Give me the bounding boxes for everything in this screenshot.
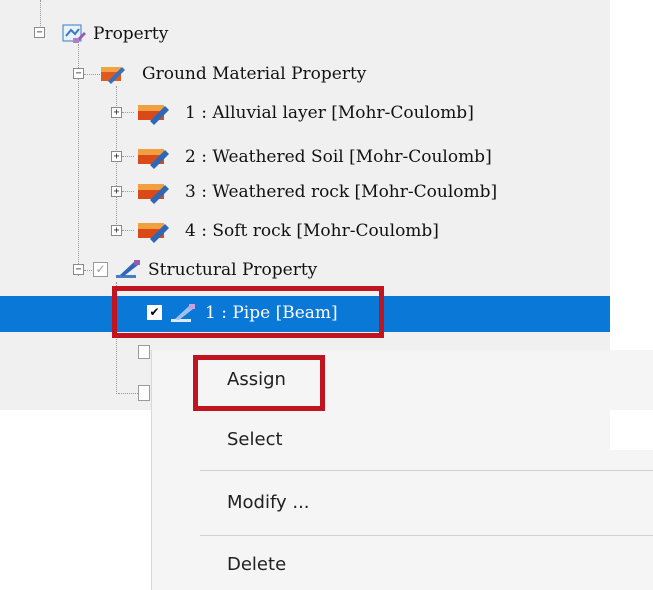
- material-icon: [137, 145, 169, 169]
- menu-item-select[interactable]: Select: [227, 428, 283, 452]
- ground-material-icon: [100, 63, 125, 85]
- tree-node-label: 1 : Alluvial layer [Mohr-Coulomb]: [185, 103, 474, 123]
- tree-guide-line: [122, 230, 134, 231]
- tree-guide-line: [118, 393, 138, 394]
- tree-guide-line: [40, 0, 41, 30]
- tree-node-label: 2 : Weathered Soil [Mohr-Coulomb]: [185, 147, 492, 167]
- material-icon: [137, 219, 169, 243]
- expand-toggle[interactable]: +: [111, 107, 122, 118]
- tree-guide-line: [122, 156, 134, 157]
- tree-node-property-label[interactable]: Property: [93, 23, 168, 45]
- tree-guide-line: [122, 191, 134, 192]
- expand-toggle[interactable]: +: [111, 151, 122, 162]
- menu-item-delete[interactable]: Delete: [227, 553, 286, 577]
- property-collapse-toggle[interactable]: −: [34, 27, 45, 38]
- expand-toggle[interactable]: +: [111, 186, 122, 197]
- tree-node-ground-material-label[interactable]: Ground Material Property: [142, 63, 366, 85]
- tree-node-label: 3 : Weathered rock [Mohr-Coulomb]: [185, 182, 498, 202]
- structural-property-icon: [114, 258, 140, 280]
- menu-separator: [200, 535, 653, 536]
- property-tree-panel: [0, 0, 610, 410]
- material-icon: [137, 180, 169, 204]
- tree-guide-line: [122, 112, 134, 113]
- hidden-row-checkbox: [138, 345, 150, 359]
- tree-node-structural-property-label[interactable]: Structural Property: [148, 259, 317, 281]
- hidden-row-checkbox: [138, 385, 150, 401]
- background-area: [610, 410, 653, 450]
- tree-node-label: 4 : Soft rock [Mohr-Coulomb]: [185, 221, 439, 241]
- material-icon: [137, 101, 169, 125]
- property-icon: [61, 22, 86, 44]
- highlight-box-pipe-beam: [112, 286, 384, 338]
- menu-separator: [200, 470, 653, 471]
- expand-toggle[interactable]: +: [111, 225, 122, 236]
- menu-item-modify[interactable]: Modify ...: [227, 491, 310, 515]
- highlight-box-assign: [193, 355, 325, 411]
- structural-property-checkbox[interactable]: ✓: [93, 262, 108, 277]
- ground-material-collapse-toggle[interactable]: −: [73, 68, 84, 79]
- structural-property-collapse-toggle[interactable]: −: [73, 264, 84, 275]
